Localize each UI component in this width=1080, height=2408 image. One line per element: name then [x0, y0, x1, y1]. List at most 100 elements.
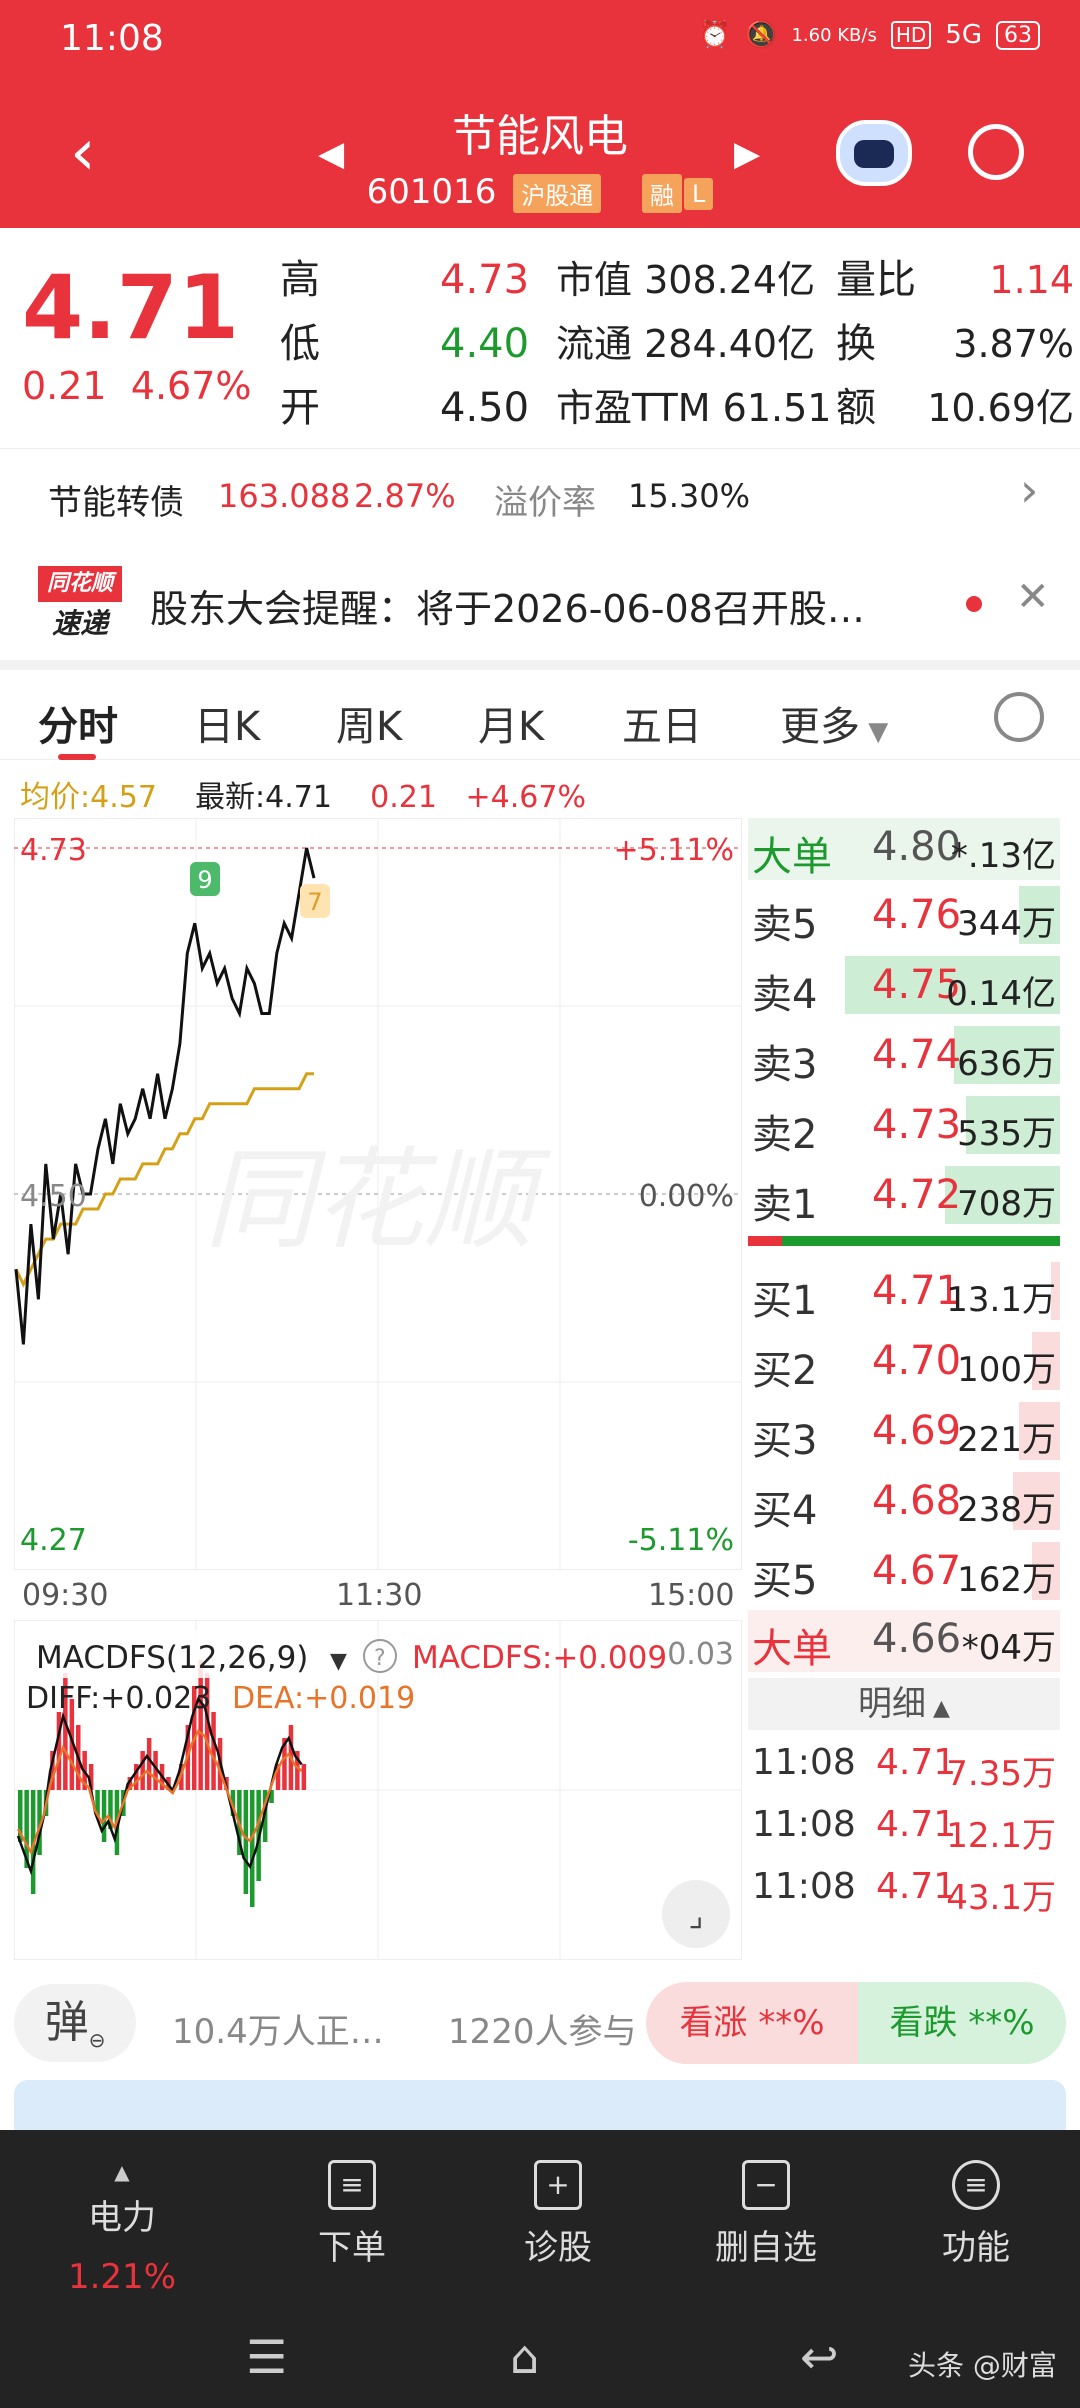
pe-value: 61.51 [722, 386, 832, 430]
ask-row: 卖1 4.72 708万 [748, 1160, 1060, 1230]
settings-icon[interactable] [994, 692, 1044, 742]
y-left-bottom: 4.27 [20, 1523, 87, 1558]
low-label: 低 [280, 321, 320, 367]
tab-more[interactable]: 更多 ▼ [780, 694, 888, 752]
float-value: 284.40亿 [644, 322, 816, 366]
tab-intraday[interactable]: 分时 [38, 694, 118, 752]
amt-value: 10.69亿 [927, 386, 1074, 430]
battery-indicator: 63 [996, 20, 1040, 50]
macd-chart[interactable]: MACDFS(12,26,9) ▼ ? MACDFS:+0.009 0.03 D… [14, 1620, 742, 1960]
high-label: 高 [280, 257, 320, 303]
bid-price: 4.69 [872, 1408, 962, 1454]
ask-price: 4.72 [872, 1172, 962, 1218]
promo-banner[interactable] [14, 2080, 1066, 2130]
function-button[interactable]: ≡ 功能 [876, 2160, 1076, 2269]
ask-label: 卖3 [752, 1042, 818, 1088]
macd-bar [101, 1790, 107, 1842]
x-tick-0930: 09:30 [22, 1578, 109, 1613]
order-button[interactable]: ≡ 下单 [252, 2160, 452, 2269]
trade-row: 11:08 4.71 7.35万 [748, 1730, 1060, 1794]
trade-time: 11:08 [752, 1866, 856, 1907]
vote-up-button[interactable]: 看涨 **% [646, 1982, 858, 2064]
mcap-value: 308.24亿 [644, 258, 816, 302]
order-book: 大单 4.80 *.13亿 卖5 4.76 344万 卖4 4.75 0.14亿 卖3 4.7… [748, 818, 1060, 1918]
bid-vol: 238万 [957, 1490, 1056, 1530]
danmaku-toggle[interactable]: 弹⊖ [14, 1984, 136, 2062]
chart-info: 均价:4.57 最新:4.71 0.21 +4.67% [20, 772, 586, 816]
high-value: 4.73 [440, 257, 530, 303]
y-left-mid: 4.50 [20, 1179, 87, 1214]
mute-icon: 🔕 [745, 20, 778, 50]
recent-apps-icon[interactable]: ☰ [246, 2330, 287, 2384]
fullscreen-icon[interactable]: ⌟ [662, 1880, 730, 1948]
x-tick-1130: 11:30 [336, 1578, 423, 1613]
sector-button[interactable]: ▲ 电力 1.21% [22, 2160, 222, 2297]
svg-text:⌟: ⌟ [689, 1896, 704, 1934]
chart-tabs: 分时 日K 周K 月K 五日 更多 ▼ [0, 660, 1080, 760]
ask-price: 4.74 [872, 1032, 962, 1078]
diagnose-button[interactable]: + 诊股 [458, 2160, 658, 2269]
news-ticker[interactable]: 同花顺 速递 股东大会提醒：将于2026-06-08召开股… ✕ [0, 548, 1080, 660]
watching-count: 10.4万人正… [172, 2012, 384, 2052]
net-speed: 1.60 KB/s [791, 24, 877, 46]
diff-label: DIFF:+0.023 [26, 1681, 211, 1716]
watermark: 同花顺 [204, 1136, 551, 1264]
macd-bar [198, 1660, 203, 1790]
detail-toggle[interactable]: 明细 ▲ [748, 1678, 1060, 1730]
remove-favorite-button[interactable]: − 删自选 [666, 2160, 866, 2269]
stock-header: ‹ ◀ 节能风电 601016 沪股通 融L ▶ [0, 80, 1080, 228]
bid-price: 4.68 [872, 1478, 962, 1524]
vote-down-button[interactable]: 看跌 **% [858, 1982, 1066, 2064]
price-change: 0.21 4.67% [22, 364, 252, 408]
bid-vol: 221万 [957, 1420, 1056, 1460]
y-right-top: +5.11% [614, 833, 734, 868]
intraday-chart[interactable]: 同花顺 9 7 4.73 4.50 4.27 +5.11% 0.00% -5.1… [14, 818, 742, 1570]
ask-row: 卖5 4.76 344万 [748, 880, 1060, 950]
robot-assistant-icon[interactable] [836, 120, 912, 186]
chart-change-pct: +4.67% [465, 780, 586, 815]
ask-label: 卖5 [752, 902, 818, 948]
next-stock-icon[interactable]: ▶ [734, 134, 760, 174]
status-bar: 11:08 ⏰ 🔕 1.60 KB/s HD 5G 63 [0, 0, 1080, 80]
bottom-toolbar: ▲ 电力 1.21% ≡ 下单 + 诊股 − 删自选 ≡ 功能 ☰ ⌂ ↩ 头条 @财富 [0, 2130, 1080, 2408]
macd-bar [250, 1790, 255, 1907]
hd-icon: HD [890, 21, 932, 49]
trade-row: 11:08 4.71 43.1万 [748, 1854, 1060, 1918]
big-order-top: 大单 4.80 *.13亿 [748, 818, 1060, 880]
tab-five-day[interactable]: 五日 [622, 694, 702, 752]
bond-price: 163.088 [218, 477, 351, 515]
float-label: 流通 [556, 322, 633, 366]
macd-name: MACDFS(12,26,9) [36, 1640, 308, 1676]
turn-value: 3.87% [953, 322, 1074, 366]
alarm-icon: ⏰ [698, 20, 732, 50]
tab-daily-k[interactable]: 日K [194, 694, 260, 752]
hk-connect-badge: 沪股通 [513, 174, 602, 213]
ask-price: 4.76 [872, 892, 962, 938]
ask-label: 卖4 [752, 972, 818, 1018]
big-order-bottom: 大单 4.66 *04万 [748, 1610, 1060, 1672]
turn-label: 换 [836, 321, 876, 367]
premium-value: 15.30% [628, 477, 751, 515]
back-nav-icon[interactable]: ↩ [800, 2330, 839, 2384]
bid-vol: 13.1万 [946, 1280, 1056, 1320]
vr-label: 量比 [836, 257, 916, 303]
chevron-right-icon: › [1020, 463, 1039, 517]
tab-monthly-k[interactable]: 月K [478, 694, 544, 752]
sector-pct: 1.21% [67, 2257, 176, 2297]
bid-row: 买1 4.71 13.1万 [748, 1256, 1060, 1326]
active-tab-indicator [58, 754, 96, 760]
book-split-bar [748, 1236, 1060, 1246]
bid-label: 买4 [752, 1488, 818, 1534]
macd-axis-top: 0.03 [667, 1637, 734, 1672]
remove-icon: − [742, 2160, 790, 2210]
bid-row: 买3 4.69 221万 [748, 1396, 1060, 1466]
bid-vol: 100万 [957, 1350, 1056, 1390]
tab-weekly-k[interactable]: 周K [336, 694, 402, 752]
marker-9: 9 [190, 862, 220, 896]
search-icon[interactable] [968, 124, 1024, 180]
convertible-bond-row[interactable]: 节能转债 163.088 2.87% 溢价率 15.30% › [0, 448, 1080, 544]
ths-express-logo: 同花顺 速递 [38, 566, 122, 646]
close-icon[interactable]: ✕ [1016, 574, 1050, 620]
home-icon[interactable]: ⌂ [510, 2330, 539, 2384]
ask-row: 卖4 4.75 0.14亿 [748, 950, 1060, 1020]
